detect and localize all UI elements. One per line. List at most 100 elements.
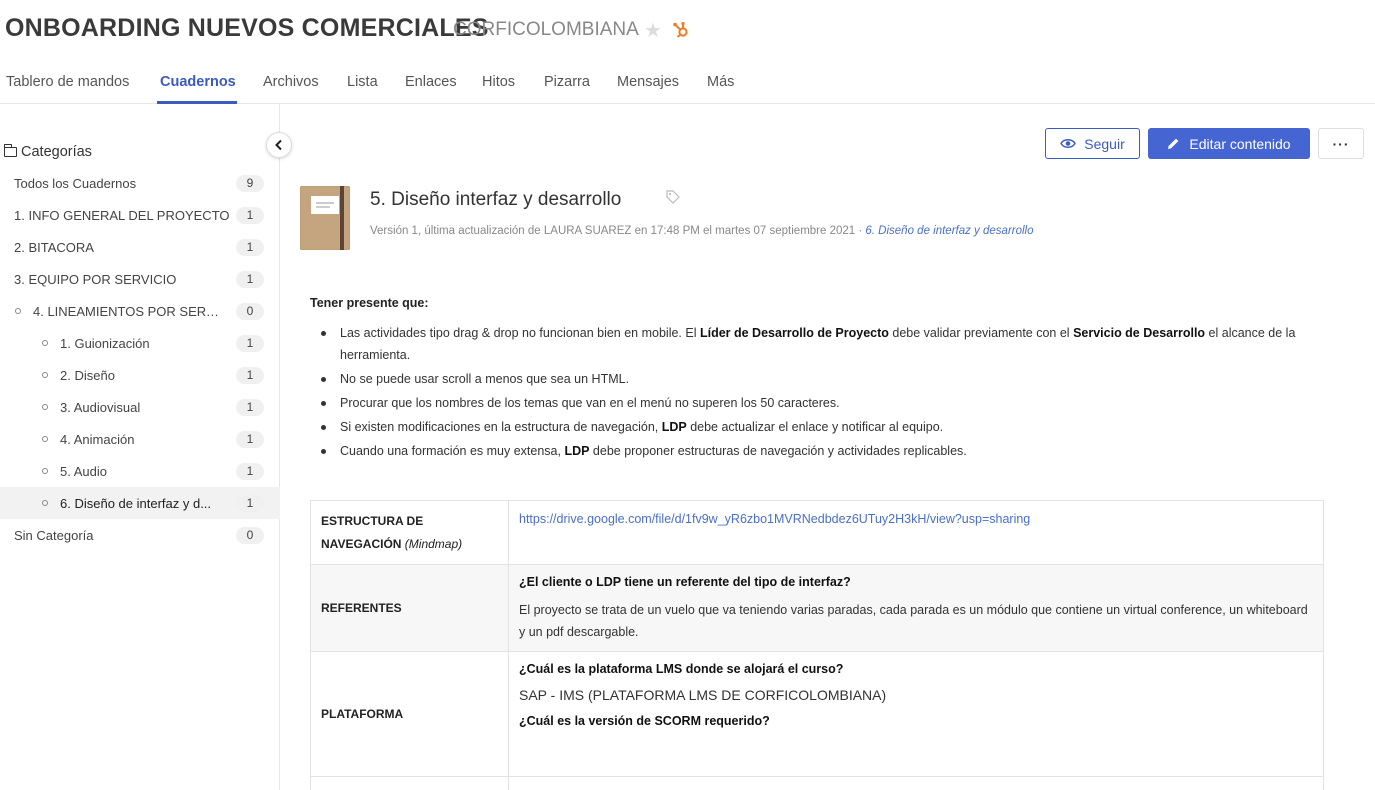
table-row — [310, 776, 1324, 790]
tab-tablero-de-mandos[interactable]: Tablero de mandos — [6, 74, 129, 90]
category-count-badge: 1 — [236, 367, 264, 384]
version-info: Versión 1, última actualización de LAURA… — [370, 225, 866, 237]
circle-bullet-icon — [42, 404, 48, 410]
table-row: PLATAFORMA ¿Cuál es la plataforma LMS do… — [310, 651, 1324, 777]
category-item-audio[interactable]: 5. Audio 1 — [0, 455, 280, 487]
answer-text: El proyecto se trata de un vuelo que va … — [519, 603, 1308, 639]
table-label-cell: ESTRUCTURA DE NAVEGACIÓN (Mindmap) — [310, 500, 509, 565]
follow-button[interactable]: Seguir — [1045, 128, 1140, 159]
tab-hitos[interactable]: Hitos — [482, 74, 515, 90]
category-count-badge: 1 — [236, 239, 264, 256]
category-label: 3. EQUIPO POR SERVICIO — [14, 271, 177, 287]
table-label-cell: PLATAFORMA — [310, 651, 509, 777]
category-label: Sin Categoría — [14, 527, 94, 543]
category-label: 1. Guionización — [60, 335, 150, 351]
eye-icon — [1060, 139, 1077, 148]
project-header: ONBOARDING NUEVOS COMERCIALES CORFICOLOM… — [0, 0, 1375, 60]
edit-content-button[interactable]: Editar contenido — [1148, 128, 1310, 159]
notes-list: Las actividades tipo drag & drop no func… — [318, 322, 1328, 464]
category-count-badge: 1 — [236, 431, 264, 448]
circle-bullet-icon — [42, 340, 48, 346]
table-label-cell — [310, 776, 509, 790]
category-count-badge: 1 — [236, 335, 264, 352]
category-count-badge: 1 — [236, 399, 264, 416]
table-row: REFERENTES ¿El cliente o LDP tiene un re… — [310, 564, 1324, 652]
category-label: 4. LINEAMIENTOS POR SERVIR... — [33, 303, 225, 319]
tab-pizarra[interactable]: Pizarra — [544, 74, 590, 90]
category-label: Todos los Cuadernos — [14, 175, 137, 191]
category-item-todos[interactable]: Todos los Cuadernos 9 — [0, 167, 280, 199]
hubspot-icon[interactable] — [672, 21, 690, 39]
list-item: Procurar que los nombres de los temas qu… — [318, 392, 1328, 414]
category-count-badge: 9 — [236, 175, 264, 192]
category-item-diseno-interfaz[interactable]: 6. Diseño de interfaz y d... 1 — [0, 487, 280, 519]
list-item: Las actividades tipo drag & drop no func… — [318, 322, 1328, 366]
more-options-button[interactable]: ··· — [1318, 128, 1364, 159]
category-label: 5. Audio — [60, 463, 107, 479]
notebook-icon — [300, 186, 350, 250]
tab-mensajes[interactable]: Mensajes — [617, 74, 679, 90]
category-item-sin-categoria[interactable]: Sin Categoría 0 — [0, 519, 280, 551]
list-item: Si existen modificaciones en la estructu… — [318, 416, 1328, 438]
category-label: 6. Diseño de interfaz y d... — [60, 495, 212, 511]
category-item-guionizacion[interactable]: 1. Guionización 1 — [0, 327, 280, 359]
tag-icon[interactable] — [666, 190, 680, 204]
pencil-icon — [1168, 138, 1179, 149]
categories-sidebar: Categorías Todos los Cuadernos 9 1. INFO… — [0, 104, 292, 790]
category-count-badge: 1 — [236, 495, 264, 512]
category-count-badge: 0 — [236, 527, 264, 544]
circle-bullet-icon — [15, 308, 21, 314]
category-label: 1. INFO GENERAL DEL PROYECTO — [14, 207, 230, 223]
star-icon[interactable]: ★ — [644, 18, 662, 43]
circle-bullet-icon — [42, 468, 48, 474]
company-name[interactable]: CORFICOLOMBIANA — [453, 19, 639, 41]
category-count-badge: 1 — [236, 271, 264, 288]
edit-content-button-label: Editar contenido — [1189, 135, 1291, 152]
answer-text: SAP - IMS (PLATAFORMA LMS DE CORFICOLOMB… — [519, 687, 887, 703]
category-item-equipo[interactable]: 3. EQUIPO POR SERVICIO 1 — [0, 263, 280, 295]
category-label: 2. Diseño — [60, 367, 115, 383]
content-heading: Tener presente que: — [310, 296, 429, 310]
table-value-cell — [508, 776, 1324, 790]
document-title: 5. Diseño interfaz y desarrollo — [370, 189, 622, 210]
table-value-cell: ¿El cliente o LDP tiene un referente del… — [508, 564, 1324, 652]
categories-heading: Categorías — [3, 144, 92, 160]
category-item-info-general[interactable]: 1. INFO GENERAL DEL PROYECTO 1 — [0, 199, 280, 231]
category-item-animacion[interactable]: 4. Animación 1 — [0, 423, 280, 455]
tab-lista[interactable]: Lista — [347, 74, 378, 90]
table-value-cell: https://drive.google.com/file/d/1fv9w_yR… — [508, 500, 1324, 565]
category-item-audiovisual[interactable]: 3. Audiovisual 1 — [0, 391, 280, 423]
table-row: ESTRUCTURA DE NAVEGACIÓN (Mindmap) https… — [310, 500, 1324, 565]
category-item-diseno[interactable]: 2. Diseño 1 — [0, 359, 280, 391]
category-label: 2. BITACORA — [14, 239, 94, 255]
category-count-badge: 0 — [236, 303, 264, 320]
circle-bullet-icon — [42, 436, 48, 442]
category-link[interactable]: 6. Diseño de interfaz y desarrollo — [865, 225, 1033, 237]
main-tabs: Tablero de mandos Cuadernos Archivos Lis… — [0, 62, 1375, 104]
question-text: ¿Cuál es la plataforma LMS donde se aloj… — [519, 662, 844, 676]
category-label: 3. Audiovisual — [60, 399, 141, 415]
chevron-left-icon — [275, 139, 282, 151]
tab-mas[interactable]: Más — [707, 74, 734, 90]
category-item-bitacora[interactable]: 2. BITACORA 1 — [0, 231, 280, 263]
follow-button-label: Seguir — [1084, 135, 1125, 152]
category-count-badge: 1 — [236, 207, 264, 224]
list-item: Cuando una formación es muy extensa, LDP… — [318, 440, 1328, 462]
question-text: ¿El cliente o LDP tiene un referente del… — [519, 575, 851, 589]
project-title: ONBOARDING NUEVOS COMERCIALES — [5, 14, 489, 42]
mindmap-link[interactable]: https://drive.google.com/file/d/1fv9w_yR… — [519, 512, 1030, 526]
category-label: 4. Animación — [60, 431, 135, 447]
folder-icon — [3, 144, 17, 157]
table-label-cell: REFERENTES — [310, 564, 509, 652]
document-meta: Versión 1, última actualización de LAURA… — [370, 225, 1034, 237]
tab-enlaces[interactable]: Enlaces — [405, 74, 457, 90]
circle-bullet-icon — [42, 500, 48, 506]
category-item-lineamientos[interactable]: 4. LINEAMIENTOS POR SERVIR... 0 — [0, 295, 280, 327]
circle-bullet-icon — [42, 372, 48, 378]
categories-heading-label: Categorías — [21, 144, 92, 160]
collapse-sidebar-button[interactable] — [266, 132, 292, 158]
tab-cuadernos[interactable]: Cuadernos — [160, 74, 236, 90]
tab-archivos[interactable]: Archivos — [263, 74, 319, 90]
list-item: No se puede usar scroll a menos que sea … — [318, 368, 1328, 390]
info-table: ESTRUCTURA DE NAVEGACIÓN (Mindmap) https… — [310, 500, 1324, 790]
